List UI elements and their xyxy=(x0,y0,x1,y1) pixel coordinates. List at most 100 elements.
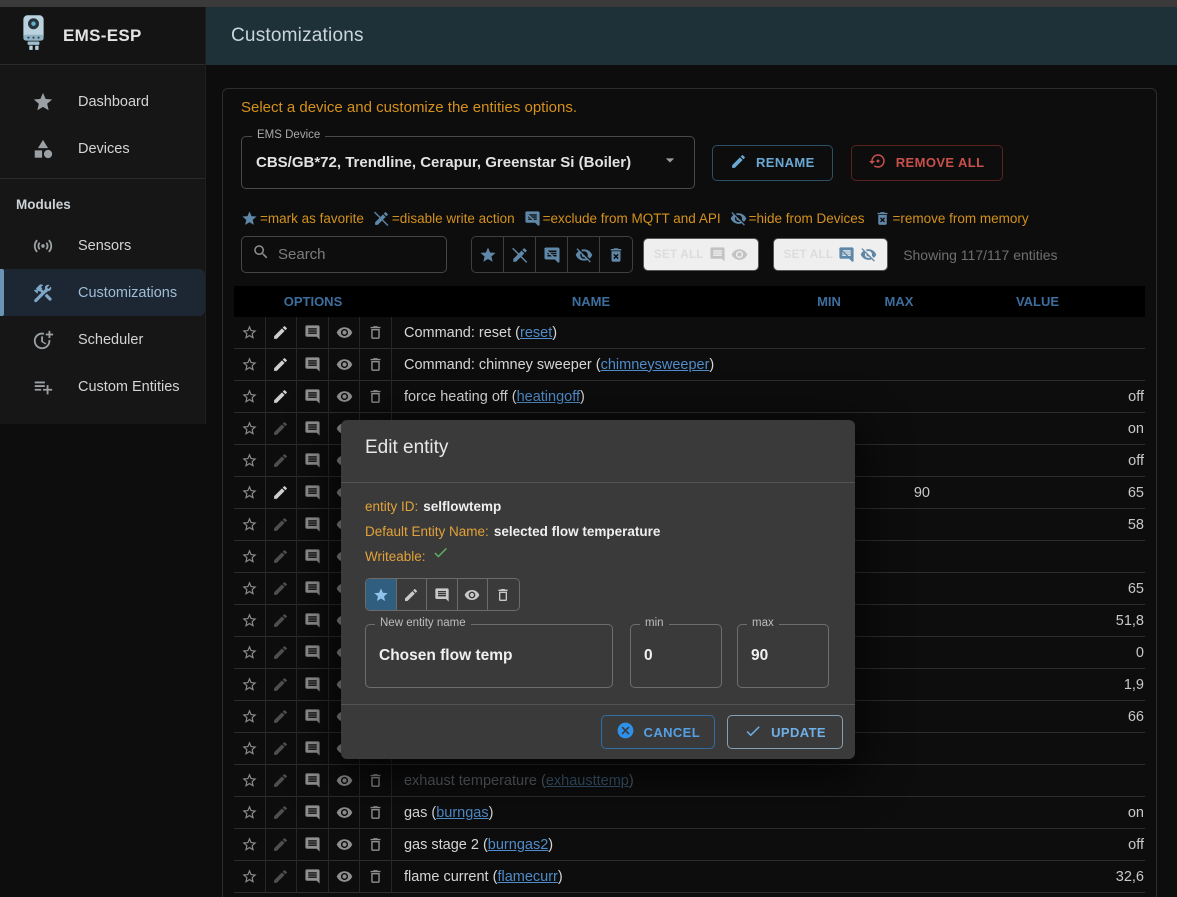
edit-entity-button[interactable] xyxy=(266,509,298,541)
favorite-toggle[interactable] xyxy=(234,797,266,829)
search-box[interactable] xyxy=(241,236,447,273)
favorite-toggle[interactable] xyxy=(234,477,266,509)
favorite-toggle[interactable] xyxy=(234,861,266,893)
edit-entity-button[interactable] xyxy=(266,797,298,829)
entity-id-link[interactable]: exhausttemp xyxy=(546,773,629,789)
edit-entity-button[interactable] xyxy=(266,573,298,605)
entity-id-link[interactable]: heatingoff xyxy=(517,389,580,405)
favorite-toggle[interactable] xyxy=(234,701,266,733)
visibility-toggle[interactable] xyxy=(329,381,361,413)
delete-toggle[interactable] xyxy=(360,829,392,861)
visibility-toggle[interactable] xyxy=(329,349,361,381)
favorite-toggle[interactable] xyxy=(234,765,266,797)
mqtt-exclude-toggle[interactable] xyxy=(297,733,329,765)
favorite-toggle[interactable] xyxy=(234,317,266,349)
set-all-show-button[interactable]: SET ALL xyxy=(643,238,759,271)
sidebar-item-devices[interactable]: Devices xyxy=(0,125,205,172)
entity-id-link[interactable]: burngas xyxy=(436,805,488,821)
favorite-toggle[interactable] xyxy=(234,669,266,701)
edit-entity-button[interactable] xyxy=(266,381,298,413)
filter-visibility-off-button[interactable] xyxy=(568,237,600,272)
favorite-toggle[interactable] xyxy=(234,349,266,381)
mqtt-exclude-toggle[interactable] xyxy=(297,509,329,541)
edit-entity-button[interactable] xyxy=(266,829,298,861)
toggle-pencil-button[interactable] xyxy=(397,579,428,610)
toggle-trash-button[interactable] xyxy=(488,579,519,610)
mqtt-exclude-toggle[interactable] xyxy=(297,445,329,477)
new-entity-name-field[interactable]: New entity name xyxy=(365,624,613,688)
rename-button[interactable]: RENAME xyxy=(712,145,833,181)
max-input[interactable] xyxy=(751,647,815,665)
edit-entity-button[interactable] xyxy=(266,541,298,573)
filter-delete-forever-button[interactable] xyxy=(600,237,632,272)
favorite-toggle[interactable] xyxy=(234,733,266,765)
search-input[interactable] xyxy=(278,246,436,263)
mqtt-exclude-toggle[interactable] xyxy=(297,381,329,413)
sidebar-item-custom-entities[interactable]: Custom Entities xyxy=(0,363,205,410)
delete-toggle[interactable] xyxy=(360,349,392,381)
visibility-toggle[interactable] xyxy=(329,765,361,797)
toggle-favorite-button[interactable] xyxy=(366,579,397,610)
delete-toggle[interactable] xyxy=(360,861,392,893)
favorite-toggle[interactable] xyxy=(234,541,266,573)
delete-toggle[interactable] xyxy=(360,381,392,413)
favorite-toggle[interactable] xyxy=(234,573,266,605)
favorite-toggle[interactable] xyxy=(234,381,266,413)
cancel-button[interactable]: CANCEL xyxy=(601,715,716,749)
edit-entity-button[interactable] xyxy=(266,637,298,669)
entity-id-link[interactable]: flamecurr xyxy=(497,869,557,885)
max-field[interactable]: max xyxy=(737,624,829,688)
entity-id-link[interactable]: burngas2 xyxy=(488,837,548,853)
visibility-toggle[interactable] xyxy=(329,317,361,349)
min-input[interactable] xyxy=(644,647,708,665)
mqtt-exclude-toggle[interactable] xyxy=(297,765,329,797)
visibility-toggle[interactable] xyxy=(329,861,361,893)
mqtt-exclude-toggle[interactable] xyxy=(297,349,329,381)
edit-entity-button[interactable] xyxy=(266,701,298,733)
mqtt-exclude-toggle[interactable] xyxy=(297,605,329,637)
filter-favorite-button[interactable] xyxy=(472,237,504,272)
sidebar-item-customizations[interactable]: Customizations xyxy=(0,269,205,316)
favorite-toggle[interactable] xyxy=(234,637,266,669)
favorite-toggle[interactable] xyxy=(234,605,266,637)
visibility-toggle[interactable] xyxy=(329,797,361,829)
delete-toggle[interactable] xyxy=(360,317,392,349)
edit-entity-button[interactable] xyxy=(266,317,298,349)
mqtt-exclude-toggle[interactable] xyxy=(297,541,329,573)
filter-comment-off-button[interactable] xyxy=(536,237,568,272)
favorite-toggle[interactable] xyxy=(234,509,266,541)
mqtt-exclude-toggle[interactable] xyxy=(297,829,329,861)
visibility-toggle[interactable] xyxy=(329,829,361,861)
toggle-eye-button[interactable] xyxy=(458,579,489,610)
mqtt-exclude-toggle[interactable] xyxy=(297,573,329,605)
mqtt-exclude-toggle[interactable] xyxy=(297,797,329,829)
edit-entity-button[interactable] xyxy=(266,445,298,477)
edit-entity-button[interactable] xyxy=(266,669,298,701)
ems-device-select[interactable]: EMS Device CBS/GB*72, Trendline, Cerapur… xyxy=(241,136,695,189)
remove-all-button[interactable]: REMOVE ALL xyxy=(851,145,1003,181)
mqtt-exclude-toggle[interactable] xyxy=(297,413,329,445)
mqtt-exclude-toggle[interactable] xyxy=(297,861,329,893)
mqtt-exclude-toggle[interactable] xyxy=(297,669,329,701)
edit-entity-button[interactable] xyxy=(266,733,298,765)
edit-entity-button[interactable] xyxy=(266,765,298,797)
toggle-comment-button[interactable] xyxy=(427,579,458,610)
edit-entity-button[interactable] xyxy=(266,413,298,445)
set-all-hide-button[interactable]: SET ALL xyxy=(773,238,889,271)
delete-toggle[interactable] xyxy=(360,797,392,829)
edit-entity-button[interactable] xyxy=(266,349,298,381)
min-field[interactable]: min xyxy=(630,624,722,688)
new-entity-name-input[interactable] xyxy=(379,647,599,665)
favorite-toggle[interactable] xyxy=(234,445,266,477)
update-button[interactable]: UPDATE xyxy=(727,715,843,749)
edit-entity-button[interactable] xyxy=(266,605,298,637)
delete-toggle[interactable] xyxy=(360,765,392,797)
entity-id-link[interactable]: reset xyxy=(520,325,552,341)
favorite-toggle[interactable] xyxy=(234,829,266,861)
filter-edit-off-button[interactable] xyxy=(504,237,536,272)
entity-id-link[interactable]: chimneysweeper xyxy=(601,357,710,373)
edit-entity-button[interactable] xyxy=(266,861,298,893)
sidebar-item-dashboard[interactable]: Dashboard xyxy=(0,78,205,125)
mqtt-exclude-toggle[interactable] xyxy=(297,477,329,509)
edit-entity-button[interactable] xyxy=(266,477,298,509)
